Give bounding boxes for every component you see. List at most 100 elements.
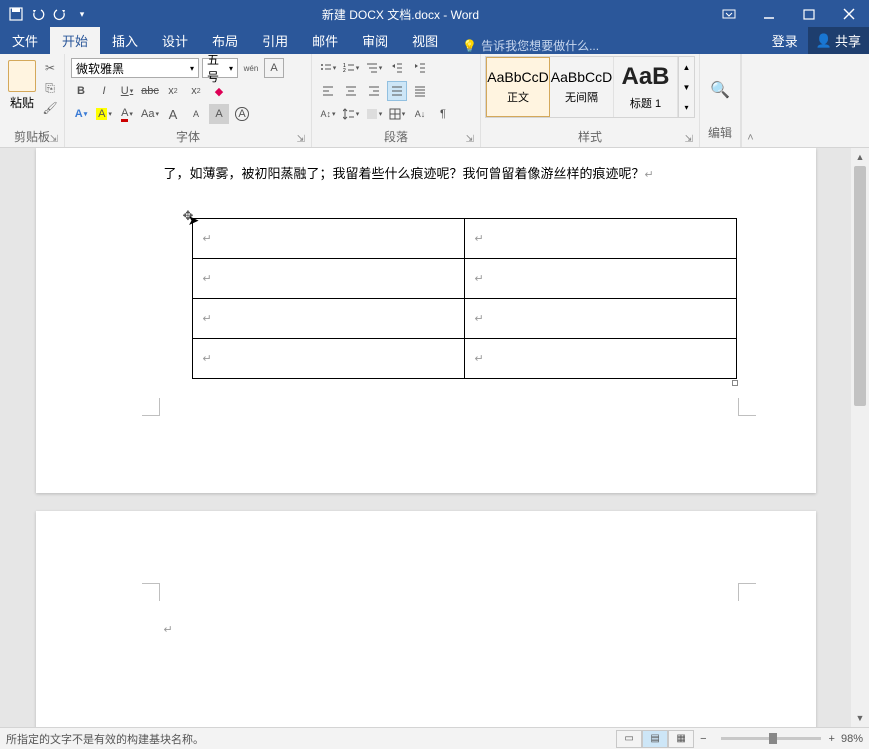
styles-launcher-icon[interactable]: ⇲	[685, 134, 693, 145]
align-left-button[interactable]	[318, 81, 338, 101]
superscript-button[interactable]: x2	[186, 81, 206, 101]
font-name-select[interactable]: 微软雅黑▾	[71, 58, 199, 78]
qat-more-icon[interactable]: ▾	[72, 4, 92, 24]
ribbon-options-icon[interactable]	[709, 0, 749, 28]
tell-me-input[interactable]: 💡 告诉我您想要做什么...	[450, 37, 762, 54]
show-marks-button[interactable]: ¶	[433, 104, 453, 124]
zoom-in-button[interactable]: +	[829, 733, 835, 745]
find-icon[interactable]: 🔍	[710, 80, 730, 100]
table-cell[interactable]: ↵	[192, 259, 464, 299]
scroll-up-icon[interactable]: ▲	[851, 148, 869, 166]
strikethrough-button[interactable]: abc	[140, 81, 160, 101]
text-effects-button[interactable]: A▾	[71, 104, 91, 124]
style-expand-icon[interactable]: ▾	[679, 97, 694, 117]
maximize-icon[interactable]	[789, 0, 829, 28]
table-cell[interactable]: ↵	[464, 219, 736, 259]
close-icon[interactable]	[829, 0, 869, 28]
table-cell[interactable]: ↵	[192, 299, 464, 339]
document-table[interactable]: ↵↵ ↵↵ ↵↵ ↵↵	[192, 218, 737, 379]
align-justify-button[interactable]	[387, 81, 407, 101]
tab-home[interactable]: 开始	[50, 27, 100, 54]
margin-corner-icon	[738, 398, 756, 416]
table-cell[interactable]: ↵	[192, 339, 464, 379]
bullets-button[interactable]: ▾	[318, 58, 338, 78]
grow-font-button[interactable]: A	[163, 104, 183, 124]
align-center-button[interactable]	[341, 81, 361, 101]
clear-format-button[interactable]: ◆	[209, 81, 229, 101]
style-scroll-up-icon[interactable]: ▲	[679, 57, 694, 77]
style-normal[interactable]: AaBbCcD 正文	[486, 57, 550, 117]
page-1[interactable]: 了，如薄雾，被初阳蒸融了；我留着些什么痕迹呢？我何曾留着像游丝样的痕迹呢？↵ ➤…	[36, 148, 816, 493]
tab-review[interactable]: 审阅	[350, 27, 400, 54]
clipboard-launcher-icon[interactable]: ⇲	[50, 134, 58, 145]
font-size-select[interactable]: 五号▾	[202, 58, 238, 78]
bold-button[interactable]: B	[71, 81, 91, 101]
style-no-spacing[interactable]: AaBbCcD 无间隔	[550, 57, 614, 117]
zoom-thumb[interactable]	[769, 733, 777, 744]
enclose-char-button[interactable]: A	[232, 104, 252, 124]
read-mode-button[interactable]: ▭	[616, 730, 642, 748]
scroll-down-icon[interactable]: ▼	[851, 709, 869, 727]
numbering-button[interactable]: 12▾	[341, 58, 361, 78]
table-cell[interactable]: ↵	[464, 299, 736, 339]
line-spacing-button[interactable]: ▾	[341, 104, 361, 124]
increase-indent-button[interactable]	[410, 58, 430, 78]
collapse-ribbon-icon[interactable]: ˄	[741, 54, 759, 147]
text-direction-button[interactable]: A↕▾	[318, 104, 338, 124]
char-shading-button[interactable]: A	[209, 104, 229, 124]
zoom-slider[interactable]	[721, 737, 821, 740]
tab-design[interactable]: 设计	[150, 27, 200, 54]
vertical-scrollbar[interactable]: ▲ ▼	[851, 148, 869, 727]
highlight-button[interactable]: A▾	[94, 104, 114, 124]
style-scroll-down-icon[interactable]: ▼	[679, 77, 694, 97]
minimize-icon[interactable]	[749, 0, 789, 28]
paste-button[interactable]: 粘贴	[4, 56, 40, 115]
sort-button[interactable]: A↓	[410, 104, 430, 124]
decrease-indent-button[interactable]	[387, 58, 407, 78]
align-distribute-button[interactable]	[410, 81, 430, 101]
format-painter-icon[interactable]: 🖌	[42, 100, 58, 116]
shading-button[interactable]: ▾	[364, 104, 384, 124]
font-launcher-icon[interactable]: ⇲	[297, 134, 305, 145]
share-icon: 👤	[816, 33, 832, 49]
table-cell[interactable]: ↵	[464, 259, 736, 299]
undo-icon[interactable]	[28, 4, 48, 24]
document-text[interactable]: 了，如薄雾，被初阳蒸融了；我留着些什么痕迹呢？我何曾留着像游丝样的痕迹呢？↵	[36, 148, 816, 185]
shrink-font-button[interactable]: A	[186, 104, 206, 124]
share-button[interactable]: 👤 共享	[808, 27, 869, 54]
table-resize-handle-icon[interactable]	[732, 380, 738, 386]
tab-file[interactable]: 文件	[0, 27, 50, 54]
redo-icon[interactable]	[50, 4, 70, 24]
table-cell[interactable]: ↵	[192, 219, 464, 259]
tab-mailings[interactable]: 邮件	[300, 27, 350, 54]
document-area[interactable]: 了，如薄雾，被初阳蒸融了；我留着些什么痕迹呢？我何曾留着像游丝样的痕迹呢？↵ ➤…	[0, 148, 851, 727]
web-layout-button[interactable]: ▦	[668, 730, 694, 748]
paragraph-launcher-icon[interactable]: ⇲	[466, 134, 474, 145]
subscript-button[interactable]: x2	[163, 81, 183, 101]
table-cell[interactable]: ↵	[464, 339, 736, 379]
zoom-out-button[interactable]: −	[700, 733, 706, 745]
multilevel-button[interactable]: ▾	[364, 58, 384, 78]
underline-button[interactable]: U▾	[117, 81, 137, 101]
italic-button[interactable]: I	[94, 81, 114, 101]
align-right-button[interactable]	[364, 81, 384, 101]
page-2[interactable]: ↵	[36, 511, 816, 727]
tab-insert[interactable]: 插入	[100, 27, 150, 54]
login-button[interactable]: 登录	[762, 27, 808, 54]
phonetic-guide-button[interactable]: wén	[241, 58, 261, 78]
copy-icon[interactable]: ⎘	[42, 80, 58, 96]
font-color-button[interactable]: A▾	[117, 104, 137, 124]
print-layout-button[interactable]: ▤	[642, 730, 668, 748]
scroll-thumb[interactable]	[854, 166, 866, 406]
change-case-button[interactable]: Aa▾	[140, 104, 160, 124]
cut-icon[interactable]: ✂	[42, 60, 58, 76]
zoom-level[interactable]: 98%	[841, 733, 863, 745]
scroll-track[interactable]	[851, 166, 869, 709]
style-heading1[interactable]: AaB 标题 1	[614, 57, 678, 117]
borders-button[interactable]: ▾	[387, 104, 407, 124]
tab-view[interactable]: 视图	[400, 27, 450, 54]
char-border-button[interactable]: A	[264, 58, 284, 78]
tab-layout[interactable]: 布局	[200, 27, 250, 54]
tab-references[interactable]: 引用	[250, 27, 300, 54]
save-icon[interactable]	[6, 4, 26, 24]
